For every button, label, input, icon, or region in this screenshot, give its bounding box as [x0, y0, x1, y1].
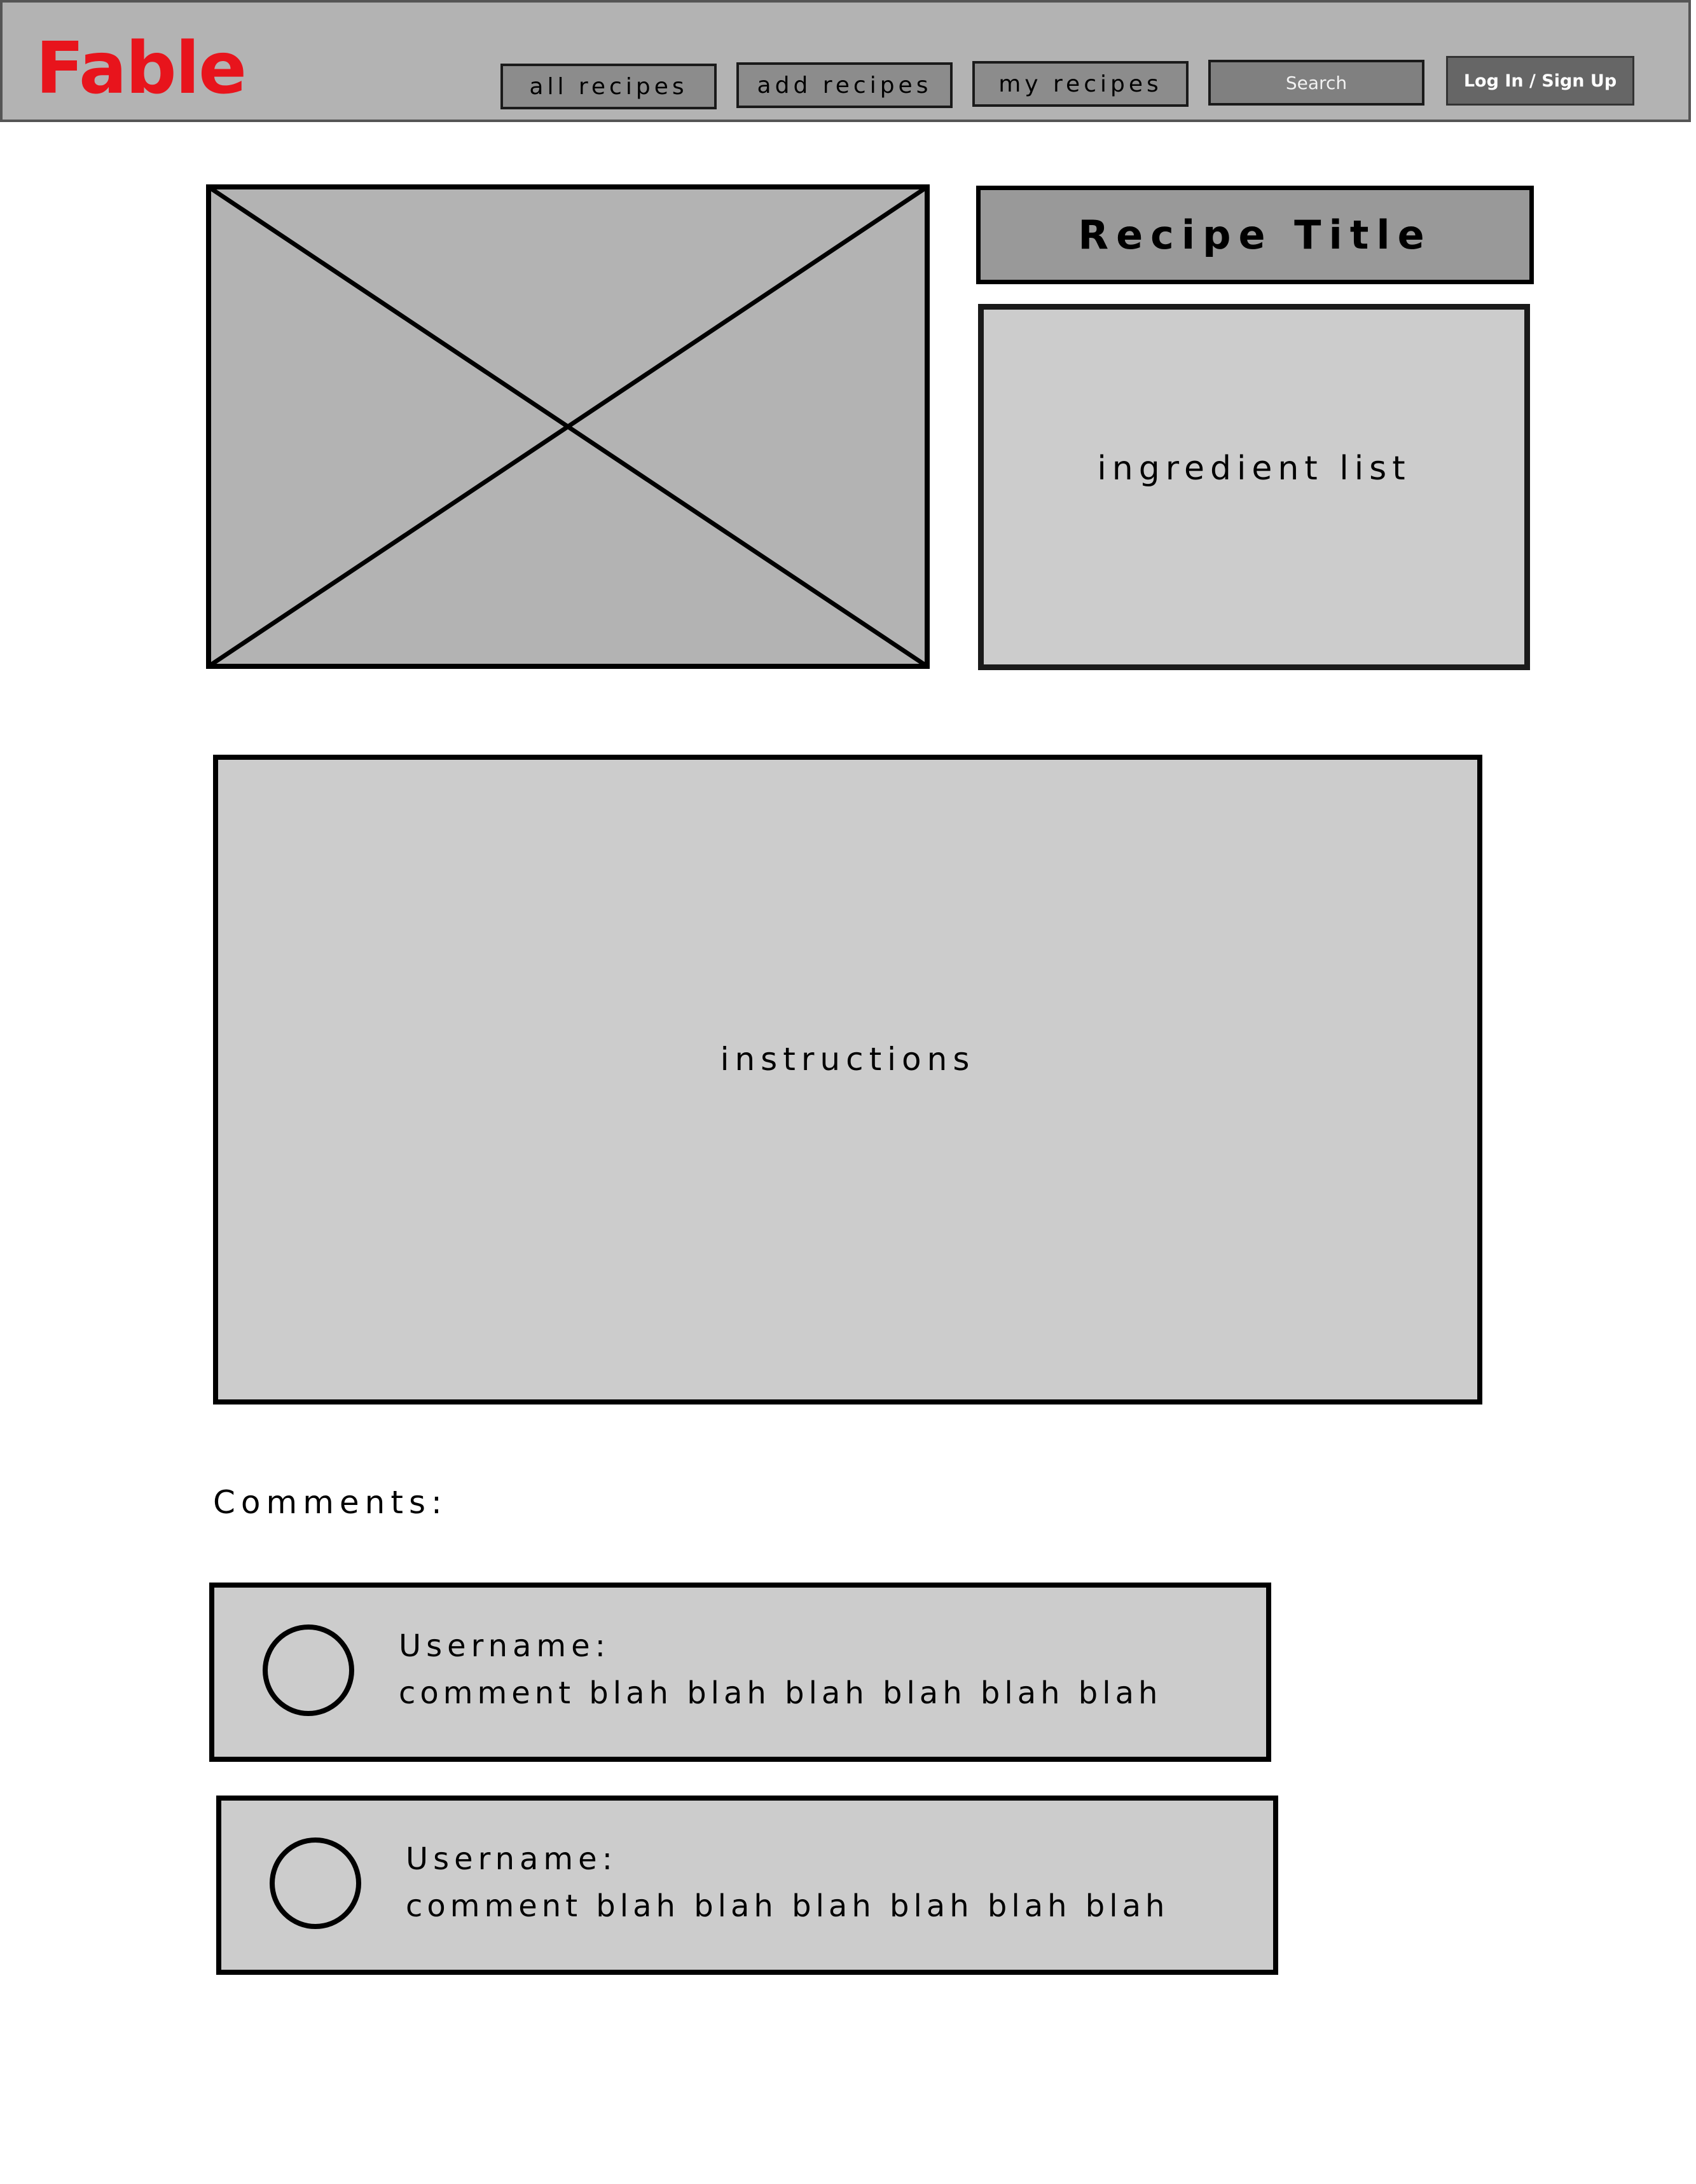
recipe-image-placeholder-icon: [206, 184, 930, 669]
ingredient-list-panel: ingredient list: [978, 304, 1530, 670]
comments-heading: Comments:: [213, 1484, 448, 1521]
comment-username[interactable]: Username:: [406, 1841, 617, 1877]
nav-all-recipes-button[interactable]: all recipes: [500, 64, 717, 109]
recipe-title: Recipe Title: [1078, 212, 1432, 258]
comment-username[interactable]: Username:: [399, 1628, 610, 1664]
user-avatar-icon[interactable]: [270, 1837, 361, 1929]
app-logo[interactable]: Fable: [36, 33, 247, 104]
comment-card: Username: comment blah blah blah blah bl…: [209, 1583, 1271, 1762]
login-signup-button[interactable]: Log In / Sign Up: [1446, 56, 1634, 106]
recipe-title-box: Recipe Title: [976, 186, 1534, 284]
nav-add-recipes-button[interactable]: add recipes: [736, 62, 953, 108]
top-navbar: Fable all recipes add recipes my recipes…: [0, 0, 1691, 122]
comment-text: comment blah blah blah blah blah blah: [399, 1675, 1162, 1711]
instructions-label: instructions: [720, 1041, 976, 1078]
nav-my-recipes-button[interactable]: my recipes: [972, 61, 1189, 107]
comment-card: Username: comment blah blah blah blah bl…: [216, 1796, 1278, 1975]
ingredient-list-label: ingredient list: [1097, 450, 1411, 488]
instructions-panel: instructions: [213, 755, 1482, 1404]
comment-text: comment blah blah blah blah blah blah: [406, 1888, 1169, 1924]
user-avatar-icon[interactable]: [263, 1624, 354, 1716]
search-input[interactable]: [1208, 60, 1424, 106]
